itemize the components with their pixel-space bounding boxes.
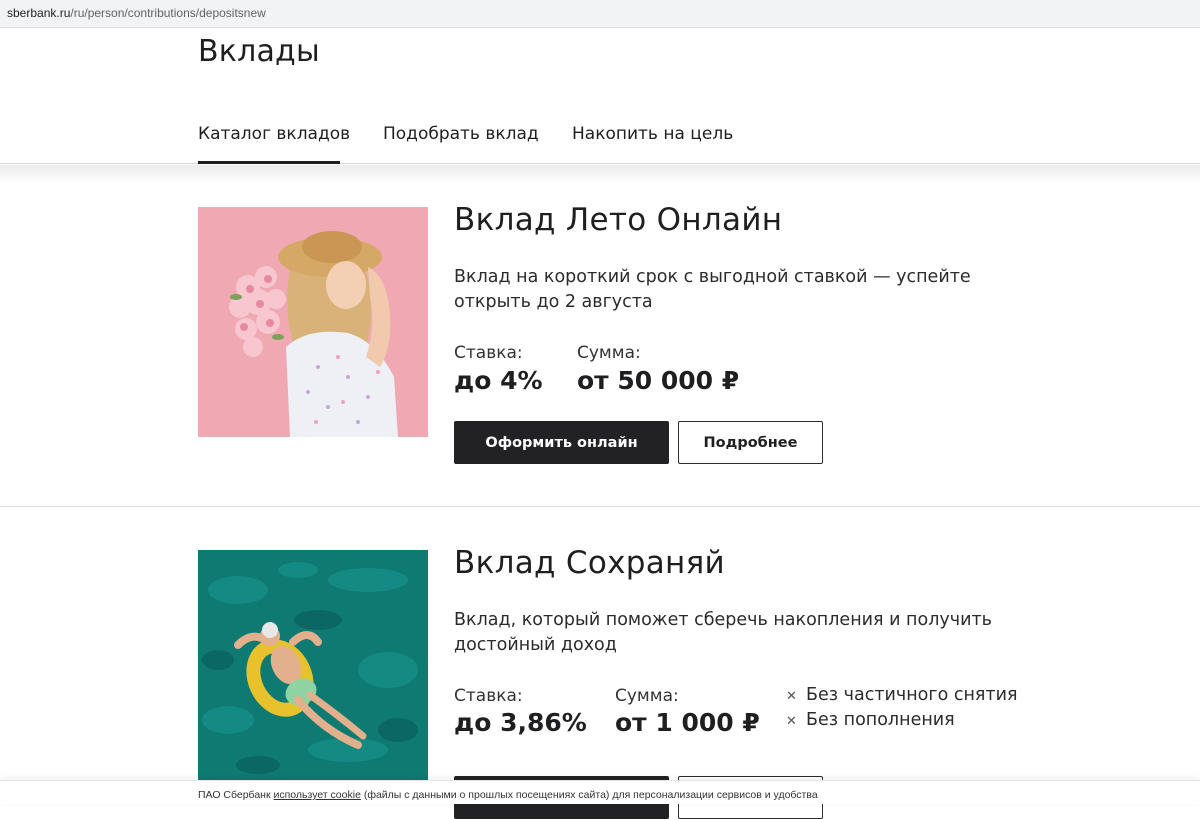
tab-deposit-catalog[interactable]: Каталог вкладов	[198, 124, 350, 164]
cross-icon: ✕	[786, 714, 797, 729]
card-title[interactable]: Вклад Лето Онлайн	[454, 202, 782, 238]
tab-choose-deposit[interactable]: Подобрать вклад	[383, 124, 539, 164]
sum-label: Сумма:	[615, 686, 679, 706]
feature-label: Без пополнения	[806, 710, 955, 730]
rate-label: Ставка:	[454, 686, 523, 706]
card-description: Вклад на короткий срок с выгодной ставко…	[454, 267, 971, 312]
feature-no-replenishment: ✕ Без пополнения	[786, 710, 955, 730]
rate-label: Ставка:	[454, 343, 523, 363]
feature-label: Без частичного снятия	[806, 685, 1018, 705]
tab-save-for-goal[interactable]: Накопить на цель	[572, 124, 733, 164]
sum-value: от 1 000 ₽	[615, 708, 760, 737]
tabs-bar: Каталог вкладов Подобрать вклад Накопить…	[0, 120, 1200, 164]
card-image-summer-woman[interactable]	[198, 207, 428, 437]
tabs-shadow	[0, 165, 1200, 185]
sum-label: Сумма:	[577, 343, 641, 363]
cookie-suffix: (файлы с данными о прошлых посещениях са…	[363, 789, 818, 801]
rate-value: до 4%	[454, 366, 543, 395]
more-details-button[interactable]: Подробнее	[678, 421, 823, 464]
card-description: Вклад, который поможет сберечь накоплени…	[454, 610, 992, 655]
apply-online-button[interactable]: Оформить онлайн	[454, 421, 669, 464]
rate-value: до 3,86%	[454, 708, 587, 737]
cookie-banner: ПАО Сбербанк использует cookie (файлы с …	[0, 780, 1200, 804]
cross-icon: ✕	[786, 689, 797, 704]
feature-no-withdrawal: ✕ Без частичного снятия	[786, 685, 1018, 705]
url-text[interactable]: sberbank.ru/ru/person/contributions/depo…	[7, 6, 266, 20]
cookie-text: ПАО Сбербанк использует cookie (файлы с …	[198, 789, 818, 801]
url-host: sberbank.ru	[7, 6, 71, 20]
sum-value: от 50 000 ₽	[577, 366, 740, 395]
url-path: /ru/person/contributions/depositsnew	[70, 6, 266, 20]
card-image-man-floating[interactable]	[198, 550, 428, 780]
page-title: Вклады	[198, 34, 320, 69]
card-title[interactable]: Вклад Сохраняй	[454, 545, 725, 581]
browser-address-bar[interactable]: sberbank.ru/ru/person/contributions/depo…	[0, 0, 1200, 28]
card-divider	[0, 506, 1200, 507]
cookie-link[interactable]: использует cookie	[274, 789, 361, 801]
cookie-prefix: ПАО Сбербанк	[198, 789, 271, 801]
